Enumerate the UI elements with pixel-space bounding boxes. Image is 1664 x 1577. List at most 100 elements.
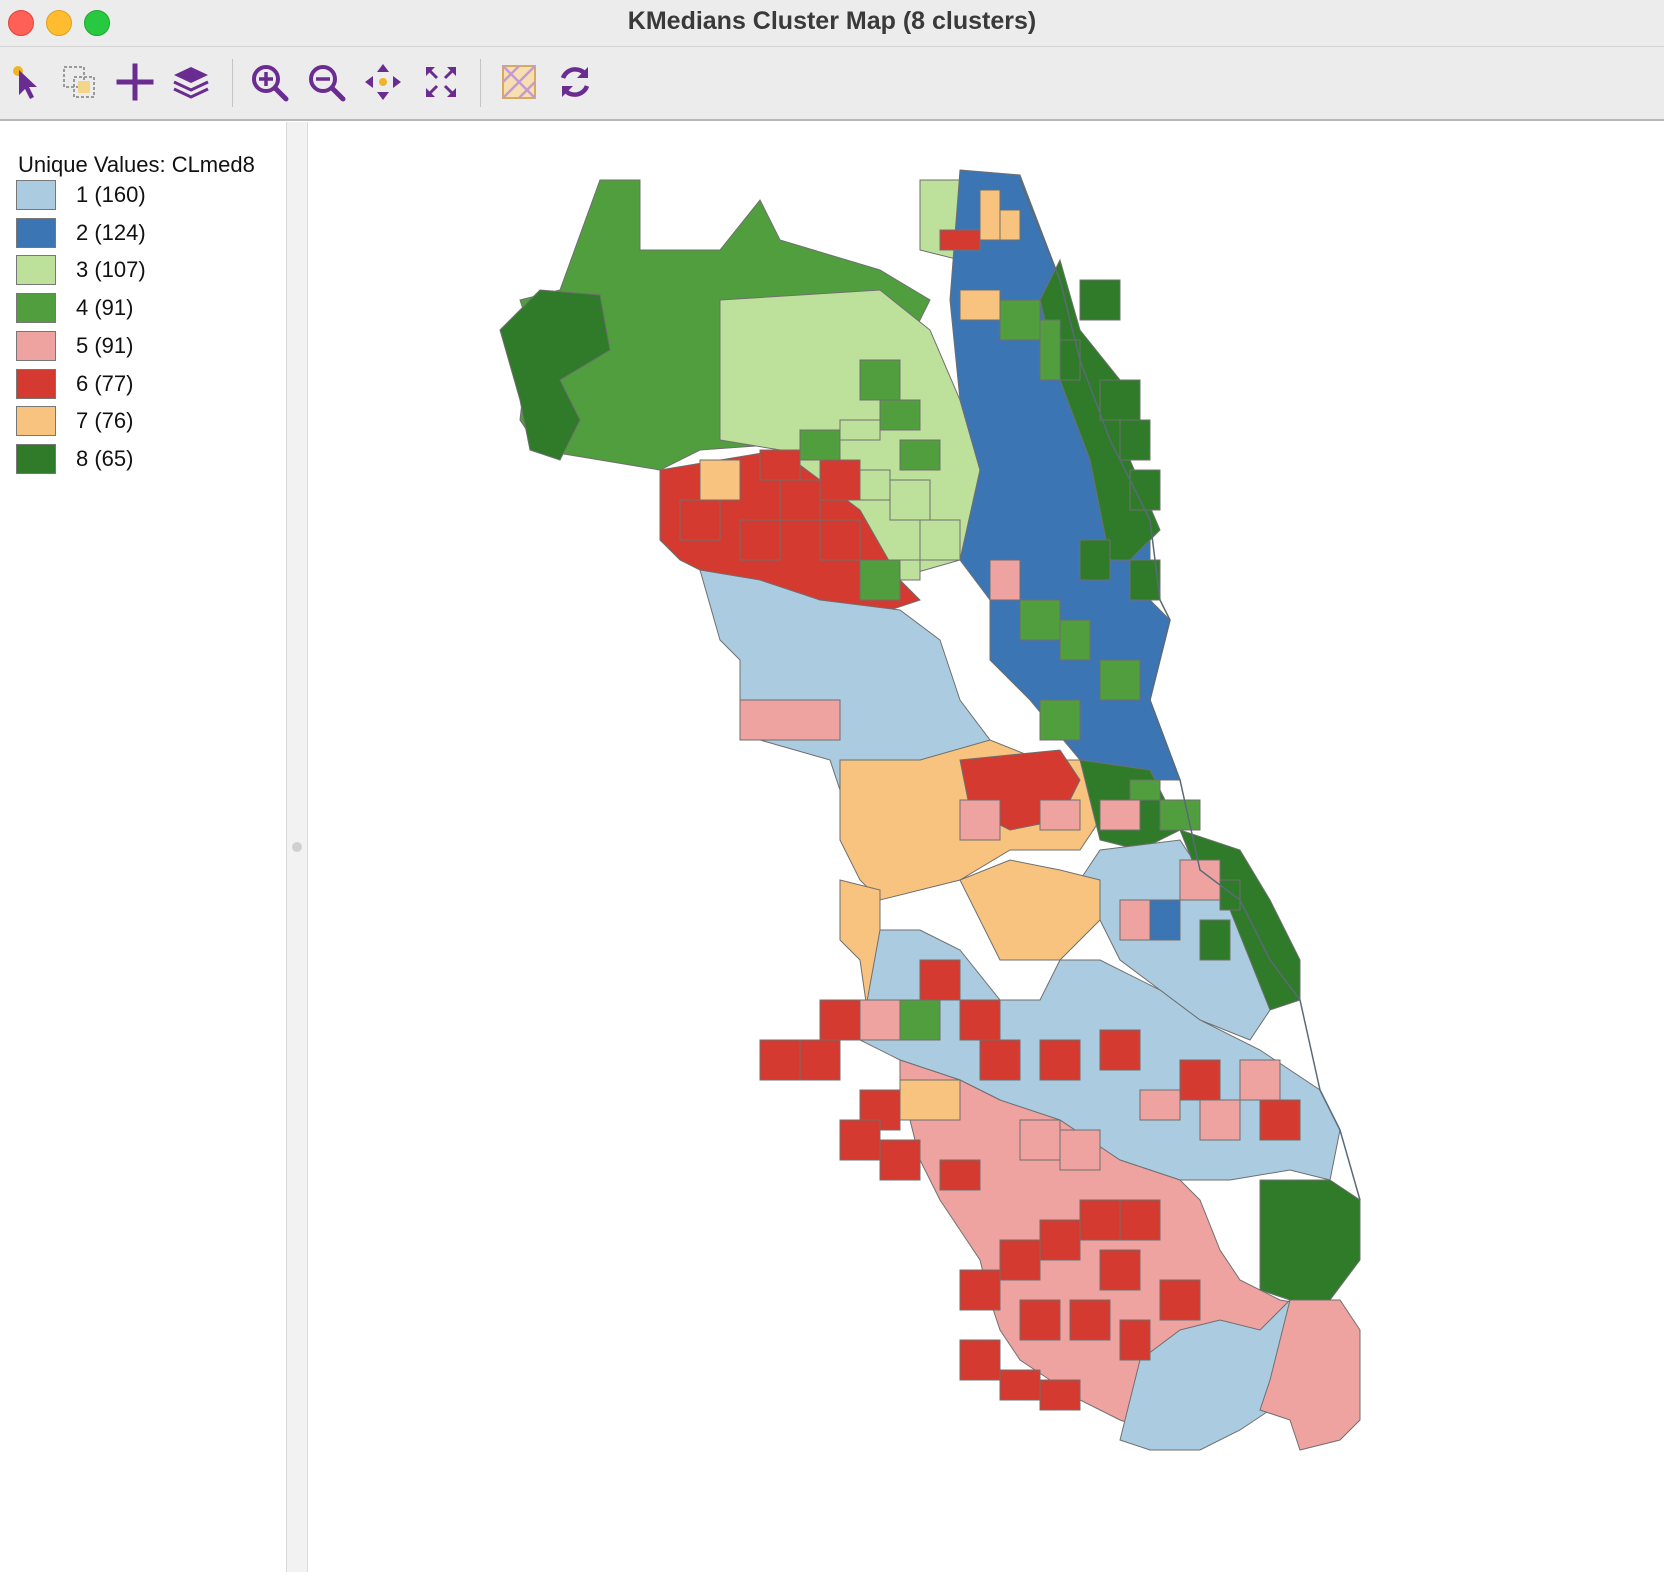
- tract-region[interactable]: [1059, 619, 1091, 661]
- tract-region[interactable]: [1019, 599, 1061, 641]
- tract-region[interactable]: [1159, 1279, 1201, 1321]
- tract-region[interactable]: [1039, 799, 1081, 831]
- cluster-region[interactable]: [739, 699, 841, 741]
- cluster-region[interactable]: [959, 859, 1101, 961]
- legend-swatch[interactable]: [16, 406, 56, 437]
- tract-region[interactable]: [889, 479, 931, 521]
- tract-region[interactable]: [999, 1239, 1041, 1281]
- tract-region[interactable]: [1199, 1099, 1241, 1141]
- tract-region[interactable]: [1069, 1299, 1111, 1341]
- tract-region[interactable]: [1239, 1059, 1281, 1101]
- chicago-cluster-map[interactable]: [308, 122, 1664, 1572]
- tract-region[interactable]: [819, 519, 861, 561]
- tract-region[interactable]: [979, 189, 1001, 241]
- tract-region[interactable]: [1259, 1099, 1301, 1141]
- pan-button[interactable]: [362, 61, 404, 103]
- tract-region[interactable]: [999, 1369, 1041, 1401]
- tract-region[interactable]: [939, 1159, 981, 1191]
- layers-button[interactable]: [170, 61, 212, 103]
- tract-region[interactable]: [839, 1119, 881, 1161]
- select-tool-button[interactable]: [6, 61, 48, 103]
- tract-region[interactable]: [989, 559, 1021, 601]
- tract-region[interactable]: [819, 999, 861, 1041]
- tract-region[interactable]: [759, 449, 801, 481]
- tract-region[interactable]: [1039, 1379, 1081, 1411]
- zoom-out-button[interactable]: [305, 61, 347, 103]
- tract-region[interactable]: [919, 519, 961, 561]
- tract-region[interactable]: [1099, 379, 1141, 421]
- tract-region[interactable]: [899, 439, 941, 471]
- selection-shape-button[interactable]: [58, 61, 100, 103]
- tract-region[interactable]: [919, 959, 961, 1001]
- tract-region[interactable]: [879, 399, 921, 431]
- map-canvas[interactable]: [308, 122, 1664, 1572]
- tract-region[interactable]: [959, 1339, 1001, 1381]
- tract-region[interactable]: [1119, 1199, 1161, 1241]
- tract-region[interactable]: [1099, 659, 1141, 701]
- tract-region[interactable]: [1119, 419, 1151, 461]
- tract-region[interactable]: [1099, 1029, 1141, 1071]
- legend-swatch[interactable]: [16, 330, 56, 361]
- legend-swatch[interactable]: [16, 443, 56, 474]
- tract-region[interactable]: [1149, 899, 1181, 941]
- tract-region[interactable]: [1179, 1059, 1221, 1101]
- tract-region[interactable]: [799, 1039, 841, 1081]
- tract-region[interactable]: [1079, 1199, 1121, 1241]
- tract-region[interactable]: [819, 459, 861, 501]
- tract-region[interactable]: [1039, 1039, 1081, 1081]
- tract-region[interactable]: [1039, 319, 1061, 381]
- tract-region[interactable]: [959, 999, 1001, 1041]
- legend-swatch[interactable]: [16, 255, 56, 286]
- tract-region[interactable]: [799, 429, 841, 461]
- tract-region[interactable]: [979, 1039, 1021, 1081]
- panel-splitter[interactable]: [287, 122, 308, 1572]
- tract-region[interactable]: [999, 299, 1041, 341]
- tract-region[interactable]: [1139, 1089, 1181, 1121]
- tract-region[interactable]: [899, 999, 941, 1041]
- tract-region[interactable]: [699, 459, 741, 501]
- tract-region[interactable]: [1099, 799, 1141, 831]
- tract-region[interactable]: [1079, 539, 1111, 581]
- tract-region[interactable]: [859, 559, 901, 601]
- cluster-region[interactable]: [1259, 1179, 1361, 1301]
- tract-region[interactable]: [759, 1039, 801, 1081]
- zoom-in-button[interactable]: [248, 61, 290, 103]
- tract-region[interactable]: [1119, 899, 1151, 941]
- tract-region[interactable]: [679, 499, 721, 541]
- tract-region[interactable]: [999, 209, 1021, 241]
- tract-region[interactable]: [859, 999, 901, 1041]
- tract-region[interactable]: [1129, 779, 1161, 801]
- add-layer-button[interactable]: [114, 61, 156, 103]
- tract-region[interactable]: [959, 799, 1001, 841]
- tract-region[interactable]: [1039, 699, 1081, 741]
- tract-region[interactable]: [1219, 879, 1241, 911]
- tract-region[interactable]: [859, 469, 891, 501]
- tract-region[interactable]: [1099, 1249, 1141, 1291]
- tract-region[interactable]: [839, 419, 881, 441]
- tract-region[interactable]: [859, 359, 901, 401]
- full-extent-button[interactable]: [420, 61, 462, 103]
- move-icon: [365, 64, 401, 100]
- tract-region[interactable]: [959, 1269, 1001, 1311]
- tract-region[interactable]: [879, 1139, 921, 1181]
- tract-region[interactable]: [1199, 919, 1231, 961]
- tract-region[interactable]: [959, 289, 1001, 321]
- refresh-button[interactable]: [554, 61, 596, 103]
- tract-region[interactable]: [1019, 1299, 1061, 1341]
- tract-region[interactable]: [1159, 799, 1201, 831]
- legend-swatch[interactable]: [16, 368, 56, 399]
- tract-region[interactable]: [899, 1079, 961, 1121]
- splitter-handle[interactable]: [292, 842, 302, 852]
- tract-region[interactable]: [739, 519, 781, 561]
- tract-region[interactable]: [1039, 1219, 1081, 1261]
- tract-region[interactable]: [939, 229, 981, 251]
- legend-swatch[interactable]: [16, 180, 56, 210]
- tract-region[interactable]: [1019, 1119, 1061, 1161]
- tract-region[interactable]: [779, 479, 821, 521]
- tract-region[interactable]: [1079, 279, 1121, 321]
- legend-swatch[interactable]: [16, 217, 56, 248]
- tract-region[interactable]: [1059, 1129, 1101, 1171]
- tract-region[interactable]: [1119, 1319, 1151, 1361]
- legend-swatch[interactable]: [16, 293, 56, 324]
- basemap-button[interactable]: [498, 61, 540, 103]
